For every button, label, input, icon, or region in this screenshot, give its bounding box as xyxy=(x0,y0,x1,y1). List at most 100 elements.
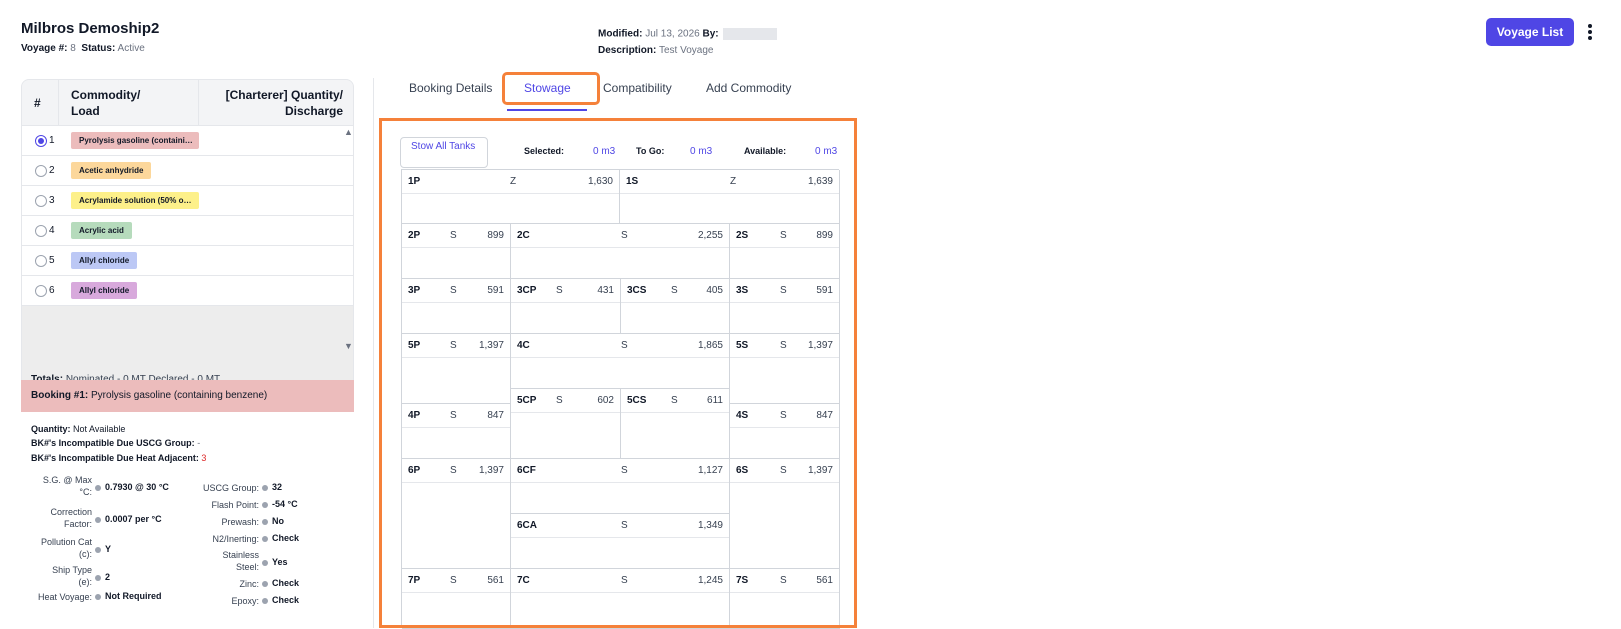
stowage-highlight-box xyxy=(379,118,857,628)
spec-label-line1: Zinc: xyxy=(239,579,259,589)
voyage-label: Voyage #: xyxy=(21,43,68,54)
more-menu-icon[interactable] xyxy=(1588,24,1594,42)
description-value: Test Voyage xyxy=(658,45,714,56)
commodity-row[interactable]: 6 Allyl chloride xyxy=(22,276,353,306)
commodity-row[interactable]: 2 Acetic anhydride xyxy=(22,156,353,186)
col-header-quantity-line1: [Charterer] Quantity/ xyxy=(225,88,343,102)
info-dot-icon xyxy=(262,502,268,508)
heat-incompat-label: BK#'s Incompatible Due Heat Adjacent: xyxy=(31,453,199,463)
col-header-quantity-line2: Discharge xyxy=(284,104,343,118)
voyage-number: 8 xyxy=(70,43,76,54)
spec-label-line2: Steel: xyxy=(235,562,259,572)
commodity-number: 3 xyxy=(49,195,55,206)
spec-value: 32 xyxy=(272,482,283,492)
commodity-radio[interactable] xyxy=(35,285,47,297)
spec-label-line1: Stainless xyxy=(222,550,259,560)
spec-label-line1: Flash Point: xyxy=(211,500,259,510)
spec-label-line1: Ship Type xyxy=(52,565,92,575)
commodity-radio[interactable] xyxy=(35,255,47,267)
status-label: Status: xyxy=(81,43,116,54)
vessel-title: Milbros Demoship2 xyxy=(21,20,160,37)
modified-value: Jul 13, 2026 xyxy=(645,28,700,40)
commodity-radio[interactable] xyxy=(35,225,47,237)
spec-label: Flash Point: xyxy=(211,499,259,511)
spec-value: Check xyxy=(272,533,300,543)
info-dot-icon xyxy=(262,485,268,491)
description-line: Description: Test Voyage xyxy=(598,45,713,56)
voyage-list-button[interactable]: Voyage List xyxy=(1486,18,1574,46)
scroll-down-icon[interactable]: ▼ xyxy=(344,341,353,351)
info-dot-icon xyxy=(262,536,268,542)
commodity-radio[interactable] xyxy=(35,165,47,177)
info-dot-icon xyxy=(95,575,101,581)
tab-add-commodity[interactable]: Add Commodity xyxy=(706,81,791,95)
description-label: Description: xyxy=(598,45,657,56)
spec-value: Check xyxy=(272,595,300,605)
spec-label: Epoxy: xyxy=(231,595,259,607)
col-header-num: # xyxy=(34,96,41,110)
commodity-row[interactable]: 1 Pyrolysis gasoline (containi… xyxy=(22,126,353,156)
info-dot-icon xyxy=(95,547,101,553)
commodity-number: 1 xyxy=(49,135,55,146)
col-header-commodity-line2: Load xyxy=(71,104,100,118)
spec-label-line2: °C: xyxy=(79,487,92,497)
info-dot-icon xyxy=(95,517,101,523)
commodity-radio[interactable] xyxy=(35,195,47,207)
panel-divider xyxy=(373,78,374,628)
commodity-number: 5 xyxy=(49,255,55,266)
commodity-badge: Allyl chloride xyxy=(71,252,138,269)
spec-value: Yes xyxy=(272,557,288,567)
uscg-incompat-label: BK#'s Incompatible Due USCG Group: xyxy=(31,438,195,448)
spec-label: USCG Group: xyxy=(203,482,259,494)
info-dot-icon xyxy=(262,560,268,566)
uscg-incompat-value: - xyxy=(197,438,201,448)
spec-value: -54 °C xyxy=(272,499,298,509)
spec-label: Heat Voyage: xyxy=(38,591,92,603)
spec-label-line1: Correction xyxy=(50,507,92,517)
spec-label: S.G. @ Max °C: xyxy=(43,474,92,498)
spec-label-line1: Prewash: xyxy=(221,517,259,527)
active-tab-underline xyxy=(507,109,587,111)
commodity-table-header: # Commodity/ Load [Charterer] Quantity/ … xyxy=(22,80,353,126)
commodity-radio[interactable] xyxy=(35,135,47,147)
spec-label: N2/Inerting: xyxy=(212,533,259,545)
spec-label: Prewash: xyxy=(221,516,259,528)
commodity-row[interactable]: 4 Acrylic acid xyxy=(22,216,353,246)
spec-label-line1: N2/Inerting: xyxy=(212,534,259,544)
spec-label: Ship Type (e): xyxy=(52,564,92,588)
info-dot-icon xyxy=(95,485,101,491)
modified-line: Modified: Jul 13, 2026 By: xyxy=(598,28,777,40)
quantity-label: Quantity: xyxy=(31,424,71,434)
by-label: By: xyxy=(702,28,719,40)
commodity-number: 2 xyxy=(49,165,55,176)
spec-value: Y xyxy=(105,544,112,554)
scroll-up-icon[interactable]: ▲ xyxy=(344,127,353,137)
tab-compatibility[interactable]: Compatibility xyxy=(603,81,672,95)
commodity-badge: Allyl chloride xyxy=(71,282,138,299)
quantity-line: Quantity: Not Available xyxy=(31,424,125,434)
quantity-value: Not Available xyxy=(73,424,126,434)
spec-value: Not Required xyxy=(105,591,162,601)
heat-incompat-value: 3 xyxy=(201,453,207,463)
spec-value: 0.7930 @ 30 °C xyxy=(105,482,169,492)
voyage-subline: Voyage #: 8 Status: Active xyxy=(21,43,145,54)
commodity-row[interactable]: 5 Allyl chloride xyxy=(22,246,353,276)
modified-label: Modified: xyxy=(598,28,643,40)
spec-value: Check xyxy=(272,578,300,588)
commodity-number: 6 xyxy=(49,285,55,296)
spec-label: Pollution Cat (c): xyxy=(41,536,92,560)
col-header-quantity: [Charterer] Quantity/ Discharge xyxy=(226,87,343,119)
info-dot-icon xyxy=(95,594,101,600)
commodity-row[interactable]: 3 Acrylamide solution (50% o… xyxy=(22,186,353,216)
spec-label-line1: Pollution Cat xyxy=(40,537,92,547)
spec-label: Stainless Steel: xyxy=(222,549,259,573)
tab-booking-details[interactable]: Booking Details xyxy=(409,81,492,95)
spec-label-line1: Heat Voyage: xyxy=(37,592,92,602)
spec-label-line1: Epoxy: xyxy=(231,596,259,606)
commodity-badge: Acrylic acid xyxy=(71,222,132,239)
tab-highlight-box xyxy=(502,72,600,105)
info-dot-icon xyxy=(262,598,268,604)
commodity-badge: Acrylamide solution (50% o… xyxy=(71,192,199,209)
booking-banner: Booking #1: Pyrolysis gasoline (containi… xyxy=(21,380,354,412)
booking-label: Booking #1: xyxy=(31,390,89,401)
